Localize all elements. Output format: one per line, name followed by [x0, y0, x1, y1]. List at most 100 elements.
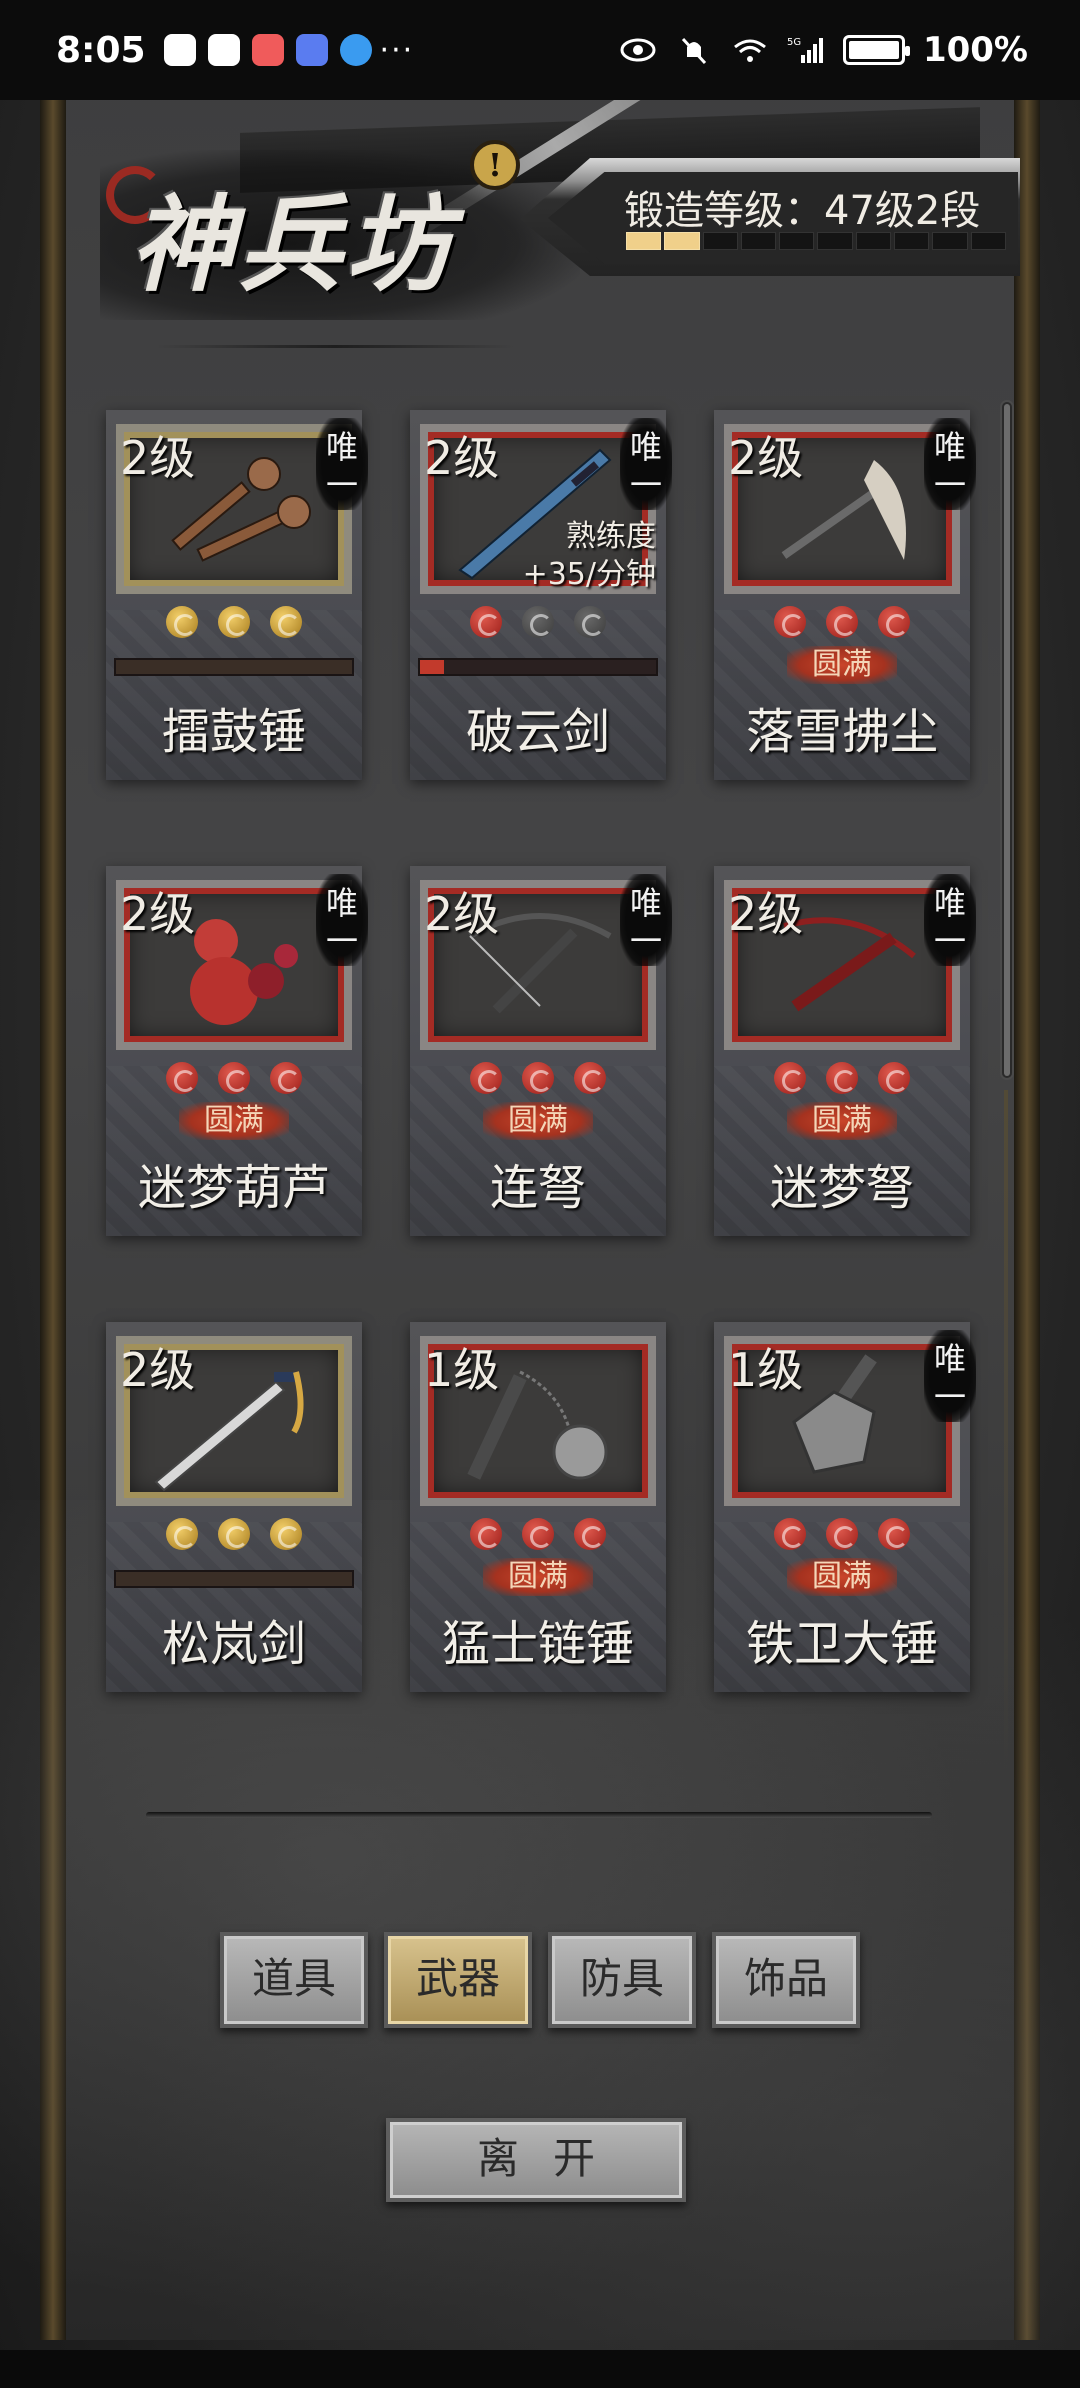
- complete-badge: 圆满: [483, 1558, 593, 1596]
- red-gem-icon: [774, 1518, 806, 1550]
- red-gem-icon: [774, 1062, 806, 1094]
- red-gem-icon: [470, 1518, 502, 1550]
- complete-badge: 圆满: [483, 1102, 593, 1140]
- weapon-card[interactable]: 2级 唯一圆满 迷梦弩: [714, 866, 976, 1236]
- status-time: 8:05: [56, 29, 146, 71]
- wifi-icon: [734, 39, 766, 62]
- red-gem-icon: [470, 1062, 502, 1094]
- complete-badge: 圆满: [787, 1102, 897, 1140]
- unique-badge: 唯一: [316, 418, 368, 510]
- tab-items[interactable]: 道具: [220, 1932, 368, 2028]
- grey-gem-icon: [522, 606, 554, 638]
- signal-icon: 5G: [787, 37, 823, 63]
- forge-progress-segment: [894, 232, 930, 250]
- weapon-card[interactable]: 2级 松岚剑: [106, 1322, 362, 1692]
- battery-icon: [842, 35, 910, 65]
- red-gem-icon: [270, 1062, 302, 1094]
- category-tabs: 道具 武器 防具 饰品: [220, 1932, 860, 2028]
- weapon-name: 擂鼓锤: [161, 704, 306, 760]
- red-gem-icon: [878, 1062, 910, 1094]
- complete-badge: 圆满: [179, 1102, 289, 1140]
- weapon-level: 2级: [120, 887, 196, 941]
- red-gem-icon: [774, 606, 806, 638]
- frame-rail: [1004, 1090, 1008, 1770]
- red-gem-icon: [166, 1062, 198, 1094]
- forge-progress-segment: [664, 232, 700, 250]
- forge-progress-segment: [932, 232, 968, 250]
- enhancement-gems: [410, 1518, 666, 1550]
- red-gem-icon: [878, 1518, 910, 1550]
- gold-gem-icon: [218, 1518, 250, 1550]
- weapon-card[interactable]: 1级圆满猛士链锤: [410, 1322, 666, 1692]
- red-gem-icon: [218, 1062, 250, 1094]
- gold-gem-icon: [166, 606, 198, 638]
- weapon-level: 2级: [424, 887, 500, 941]
- red-gem-icon: [826, 1062, 858, 1094]
- gold-gem-icon: [218, 606, 250, 638]
- weapon-level: 1级: [424, 1343, 500, 1397]
- mastery-rate: +35/分钟: [522, 557, 656, 592]
- unique-badge: 唯一: [924, 418, 976, 510]
- red-gem-icon: [574, 1518, 606, 1550]
- unique-badge: 唯一: [316, 874, 368, 966]
- unique-badge: 唯一: [620, 418, 672, 510]
- weapon-level: 2级: [120, 1343, 196, 1397]
- list-divider: [146, 1812, 932, 1818]
- header-divider: [155, 345, 515, 348]
- notification-icons: [163, 34, 372, 66]
- weapon-card[interactable]: 2级 唯一圆满迷梦葫芦: [106, 866, 368, 1236]
- eye-icon: [620, 38, 656, 62]
- gold-gem-icon: [270, 606, 302, 638]
- gold-gem-icon: [270, 1518, 302, 1550]
- mute-icon: [681, 37, 707, 65]
- weapon-name: 落雪拂尘: [745, 704, 938, 760]
- enhancement-gems: [410, 1062, 666, 1094]
- tab-armor[interactable]: 防具: [548, 1932, 696, 2028]
- complete-badge: 圆满: [787, 646, 897, 684]
- weapon-level: 1级: [728, 1343, 804, 1397]
- scrollbar[interactable]: [1000, 400, 1014, 1080]
- weapon-card[interactable]: 2级 唯一擂鼓锤: [106, 410, 368, 780]
- enhancement-gems: [410, 606, 666, 638]
- weapon-card[interactable]: 2级 唯一圆满 落雪拂尘: [714, 410, 976, 780]
- mastery-label: 熟练度: [566, 519, 656, 554]
- tab-weapons[interactable]: 武器: [384, 1932, 532, 2028]
- mastery-progress-fill: [420, 660, 444, 674]
- forge-progress-segment: [855, 232, 892, 250]
- weapon-level: 2级: [728, 887, 804, 941]
- weapon-name: 连弩: [489, 1160, 586, 1216]
- forge-progress-bar: [626, 232, 1006, 250]
- enhancement-gems: [714, 1518, 970, 1550]
- red-gem-icon: [826, 1518, 858, 1550]
- battery-percent: 100%: [922, 30, 1028, 70]
- more-notifications-icon: ···: [379, 32, 415, 68]
- enhancement-gems: [106, 1062, 362, 1094]
- weapon-name: 迷梦葫芦: [137, 1160, 330, 1216]
- weapon-card[interactable]: 2级 唯一熟练度 +35/分钟 破云剑: [410, 410, 672, 780]
- gold-gem-icon: [166, 1518, 198, 1550]
- notification-app-icon: [163, 34, 196, 66]
- enhancement-gems: [106, 606, 362, 638]
- forge-progress-segment: [779, 232, 815, 250]
- leave-button[interactable]: 离开: [386, 2118, 686, 2202]
- enhancement-gems: [106, 1518, 362, 1550]
- navigation-bar: [0, 2350, 1080, 2388]
- info-icon[interactable]: !: [470, 140, 520, 190]
- scrollbar-thumb[interactable]: [1004, 404, 1010, 1076]
- svg-text:5G: 5G: [787, 37, 801, 48]
- tab-accessories[interactable]: 饰品: [712, 1932, 860, 2028]
- notification-app-icon: [207, 34, 240, 66]
- weapon-name: 铁卫大锤: [745, 1616, 938, 1672]
- weapon-level: 2级: [120, 431, 196, 485]
- unique-badge: 唯一: [620, 874, 672, 966]
- red-gem-icon: [826, 606, 858, 638]
- browser-app-icon: [339, 34, 372, 66]
- notification-app-icon: [251, 34, 284, 66]
- weapon-card[interactable]: 2级 唯一圆满连弩: [410, 866, 672, 1236]
- weapon-card[interactable]: 1级 唯一圆满 铁卫大锤: [714, 1322, 976, 1692]
- weapon-name: 猛士链锤: [441, 1616, 634, 1672]
- forge-progress-segment: [970, 232, 1006, 250]
- enhancement-gems: [714, 606, 970, 638]
- weapon-name: 迷梦弩: [769, 1160, 914, 1216]
- forge-progress-segment: [626, 232, 662, 250]
